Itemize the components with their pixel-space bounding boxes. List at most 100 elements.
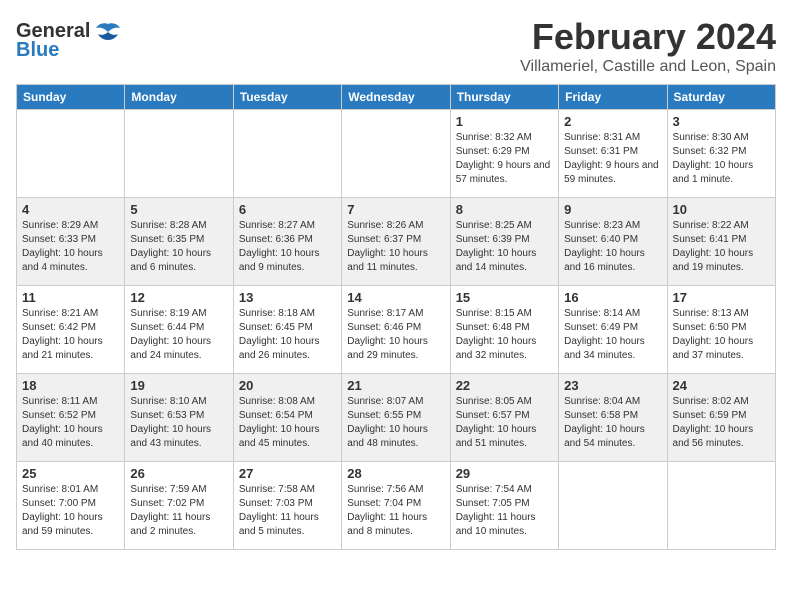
calendar-cell: 13 Sunrise: 8:18 AM Sunset: 6:45 PM Dayli… [233,286,341,374]
calendar-cell [342,110,450,198]
day-number: 21 [347,378,444,393]
logo-bird-icon [94,22,122,42]
location-title: Villameriel, Castille and Leon, Spain [520,58,776,76]
weekday-header-friday: Friday [559,85,667,110]
weekday-header-tuesday: Tuesday [233,85,341,110]
day-info: Sunrise: 7:56 AM Sunset: 7:04 PM Dayligh… [347,483,444,539]
calendar-cell: 9 Sunrise: 8:23 AM Sunset: 6:40 PM Daylig… [559,198,667,286]
calendar-cell: 17Sunrise: 8:13 AM Sunset: 6:50 PM Dayli… [667,286,775,374]
day-number: 10 [673,202,770,217]
day-info: Sunrise: 8:15 AM Sunset: 6:48 PM Dayligh… [456,307,553,363]
logo-blue-text: Blue [16,39,59,62]
day-info: Sunrise: 8:27 AM Sunset: 6:36 PM Dayligh… [239,219,336,275]
weekday-header-sunday: Sunday [17,85,125,110]
calendar-week-row: 25Sunrise: 8:01 AM Sunset: 7:00 PM Dayli… [17,462,776,550]
calendar-cell [17,110,125,198]
calendar-cell: 3Sunrise: 8:30 AM Sunset: 6:32 PM Daylig… [667,110,775,198]
calendar-cell: 8 Sunrise: 8:25 AM Sunset: 6:39 PM Daylig… [450,198,558,286]
day-info: Sunrise: 8:07 AM Sunset: 6:55 PM Dayligh… [347,395,444,451]
day-info: Sunrise: 7:58 AM Sunset: 7:03 PM Dayligh… [239,483,336,539]
calendar-cell: 11Sunrise: 8:21 AM Sunset: 6:42 PM Dayli… [17,286,125,374]
calendar-cell: 2 Sunrise: 8:31 AM Sunset: 6:31 PM Daylig… [559,110,667,198]
calendar-cell [233,110,341,198]
day-number: 27 [239,466,336,481]
weekday-header-saturday: Saturday [667,85,775,110]
weekday-header-thursday: Thursday [450,85,558,110]
day-info: Sunrise: 8:23 AM Sunset: 6:40 PM Dayligh… [564,219,661,275]
day-number: 7 [347,202,444,217]
day-info: Sunrise: 8:22 AM Sunset: 6:41 PM Dayligh… [673,219,770,275]
calendar-cell: 19 Sunrise: 8:10 AM Sunset: 6:53 PM Dayli… [125,374,233,462]
calendar-cell: 20 Sunrise: 8:08 AM Sunset: 6:54 PM Dayli… [233,374,341,462]
title-section: February 2024 Villameriel, Castille and … [520,16,776,76]
calendar-cell: 12 Sunrise: 8:19 AM Sunset: 6:44 PM Dayli… [125,286,233,374]
calendar-cell: 5Sunrise: 8:28 AM Sunset: 6:35 PM Daylig… [125,198,233,286]
day-number: 28 [347,466,444,481]
day-info: Sunrise: 8:11 AM Sunset: 6:52 PM Dayligh… [22,395,119,451]
day-number: 11 [22,290,119,305]
calendar-cell: 22 Sunrise: 8:05 AM Sunset: 6:57 PM Dayli… [450,374,558,462]
calendar-cell [559,462,667,550]
page-header: General Blue February 2024 Villameriel, … [16,16,776,76]
calendar-cell: 16 Sunrise: 8:14 AM Sunset: 6:49 PM Dayli… [559,286,667,374]
day-number: 24 [673,378,770,393]
calendar-week-row: 18 Sunrise: 8:11 AM Sunset: 6:52 PM Dayli… [17,374,776,462]
day-number: 12 [130,290,227,305]
calendar-week-row: 4Sunrise: 8:29 AM Sunset: 6:33 PM Daylig… [17,198,776,286]
day-info: Sunrise: 7:54 AM Sunset: 7:05 PM Dayligh… [456,483,553,539]
day-info: Sunrise: 8:10 AM Sunset: 6:53 PM Dayligh… [130,395,227,451]
day-number: 15 [456,290,553,305]
calendar-cell: 25Sunrise: 8:01 AM Sunset: 7:00 PM Dayli… [17,462,125,550]
day-info: Sunrise: 8:02 AM Sunset: 6:59 PM Dayligh… [673,395,770,451]
calendar-week-row: 11Sunrise: 8:21 AM Sunset: 6:42 PM Dayli… [17,286,776,374]
calendar-cell: 7 Sunrise: 8:26 AM Sunset: 6:37 PM Daylig… [342,198,450,286]
calendar-cell: 14 Sunrise: 8:17 AM Sunset: 6:46 PM Dayli… [342,286,450,374]
day-number: 13 [239,290,336,305]
day-number: 20 [239,378,336,393]
day-number: 4 [22,202,119,217]
day-info: Sunrise: 8:31 AM Sunset: 6:31 PM Dayligh… [564,131,661,187]
day-info: Sunrise: 8:01 AM Sunset: 7:00 PM Dayligh… [22,483,119,539]
day-info: Sunrise: 8:05 AM Sunset: 6:57 PM Dayligh… [456,395,553,451]
day-info: Sunrise: 8:17 AM Sunset: 6:46 PM Dayligh… [347,307,444,363]
day-number: 26 [130,466,227,481]
calendar-table: SundayMondayTuesdayWednesdayThursdayFrid… [16,84,776,550]
day-info: Sunrise: 8:26 AM Sunset: 6:37 PM Dayligh… [347,219,444,275]
day-number: 16 [564,290,661,305]
calendar-cell: 6 Sunrise: 8:27 AM Sunset: 6:36 PM Daylig… [233,198,341,286]
day-number: 18 [22,378,119,393]
calendar-cell [125,110,233,198]
day-number: 1 [456,114,553,129]
day-info: Sunrise: 8:30 AM Sunset: 6:32 PM Dayligh… [673,131,770,187]
month-title: February 2024 [520,16,776,58]
day-number: 6 [239,202,336,217]
calendar-cell: 10 Sunrise: 8:22 AM Sunset: 6:41 PM Dayli… [667,198,775,286]
day-info: Sunrise: 8:14 AM Sunset: 6:49 PM Dayligh… [564,307,661,363]
day-info: Sunrise: 8:32 AM Sunset: 6:29 PM Dayligh… [456,131,553,187]
calendar-week-row: 1 Sunrise: 8:32 AM Sunset: 6:29 PM Daylig… [17,110,776,198]
day-info: Sunrise: 8:18 AM Sunset: 6:45 PM Dayligh… [239,307,336,363]
day-info: Sunrise: 8:08 AM Sunset: 6:54 PM Dayligh… [239,395,336,451]
day-number: 2 [564,114,661,129]
day-number: 8 [456,202,553,217]
weekday-header-monday: Monday [125,85,233,110]
logo: General Blue [16,20,122,62]
calendar-header-row: SundayMondayTuesdayWednesdayThursdayFrid… [17,85,776,110]
calendar-cell: 4Sunrise: 8:29 AM Sunset: 6:33 PM Daylig… [17,198,125,286]
day-number: 19 [130,378,227,393]
day-info: Sunrise: 7:59 AM Sunset: 7:02 PM Dayligh… [130,483,227,539]
calendar-cell: 26 Sunrise: 7:59 AM Sunset: 7:02 PM Dayli… [125,462,233,550]
weekday-header-wednesday: Wednesday [342,85,450,110]
day-info: Sunrise: 8:25 AM Sunset: 6:39 PM Dayligh… [456,219,553,275]
calendar-cell: 1 Sunrise: 8:32 AM Sunset: 6:29 PM Daylig… [450,110,558,198]
calendar-cell [667,462,775,550]
day-info: Sunrise: 8:19 AM Sunset: 6:44 PM Dayligh… [130,307,227,363]
day-number: 17 [673,290,770,305]
calendar-cell: 23Sunrise: 8:04 AM Sunset: 6:58 PM Dayli… [559,374,667,462]
day-number: 5 [130,202,227,217]
day-number: 9 [564,202,661,217]
day-number: 14 [347,290,444,305]
calendar-cell: 21 Sunrise: 8:07 AM Sunset: 6:55 PM Dayli… [342,374,450,462]
day-info: Sunrise: 8:04 AM Sunset: 6:58 PM Dayligh… [564,395,661,451]
day-number: 22 [456,378,553,393]
